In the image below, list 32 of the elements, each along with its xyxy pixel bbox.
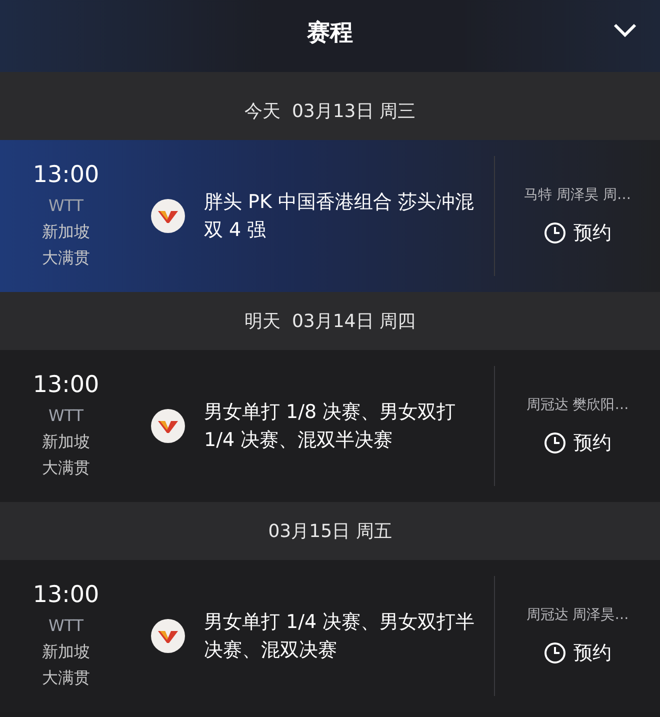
reserve-button[interactable]: 预约: [544, 220, 612, 246]
event-name: 大满贯: [42, 667, 90, 689]
player-names: 周冠达 樊欣阳…: [526, 396, 629, 414]
player-names: 周冠达 周泽昊…: [526, 606, 629, 624]
event-name: 大满贯: [42, 457, 90, 479]
match-time: 13:00: [32, 582, 100, 608]
date-label: 明天 03月14日 周四: [244, 310, 416, 333]
event-name: WTT: [48, 405, 84, 427]
date-label: 03月15日 周五: [268, 520, 392, 543]
player-names: 马特 周泽昊 周…: [524, 186, 631, 204]
match-row[interactable]: 13:00 WTT 新加坡 大满贯 胖头 PK 中国香港组合 莎头冲混双 4 强 马特 周泽昊 周… 预约: [0, 140, 660, 292]
reserve-button[interactable]: 预约: [544, 640, 612, 666]
event-name: 新加坡: [42, 221, 90, 243]
clock-icon: [544, 432, 566, 454]
event-name: 大满贯: [42, 247, 90, 269]
logo-icon: [150, 198, 186, 234]
match-time: 13:00: [32, 162, 100, 188]
event-name: WTT: [48, 195, 84, 217]
date-label: 今天 03月13日 周三: [244, 100, 416, 123]
event-name: 新加坡: [42, 641, 90, 663]
page-title: 赛程: [307, 18, 353, 48]
event-name: 新加坡: [42, 431, 90, 453]
clock-icon: [544, 222, 566, 244]
logo-icon: [150, 408, 186, 444]
match-time: 13:00: [32, 372, 100, 398]
clock-icon: [544, 642, 566, 664]
reserve-button[interactable]: 预约: [544, 430, 612, 456]
logo-icon: [150, 618, 186, 654]
match-title: 男女单打 1/4 决赛、男女双打半决赛、混双决赛: [204, 610, 476, 663]
event-name: WTT: [48, 615, 84, 637]
match-title: 胖头 PK 中国香港组合 莎头冲混双 4 强: [204, 190, 476, 243]
match-title: 男女单打 1/8 决赛、男女双打 1/4 决赛、混双半决赛: [204, 400, 457, 453]
